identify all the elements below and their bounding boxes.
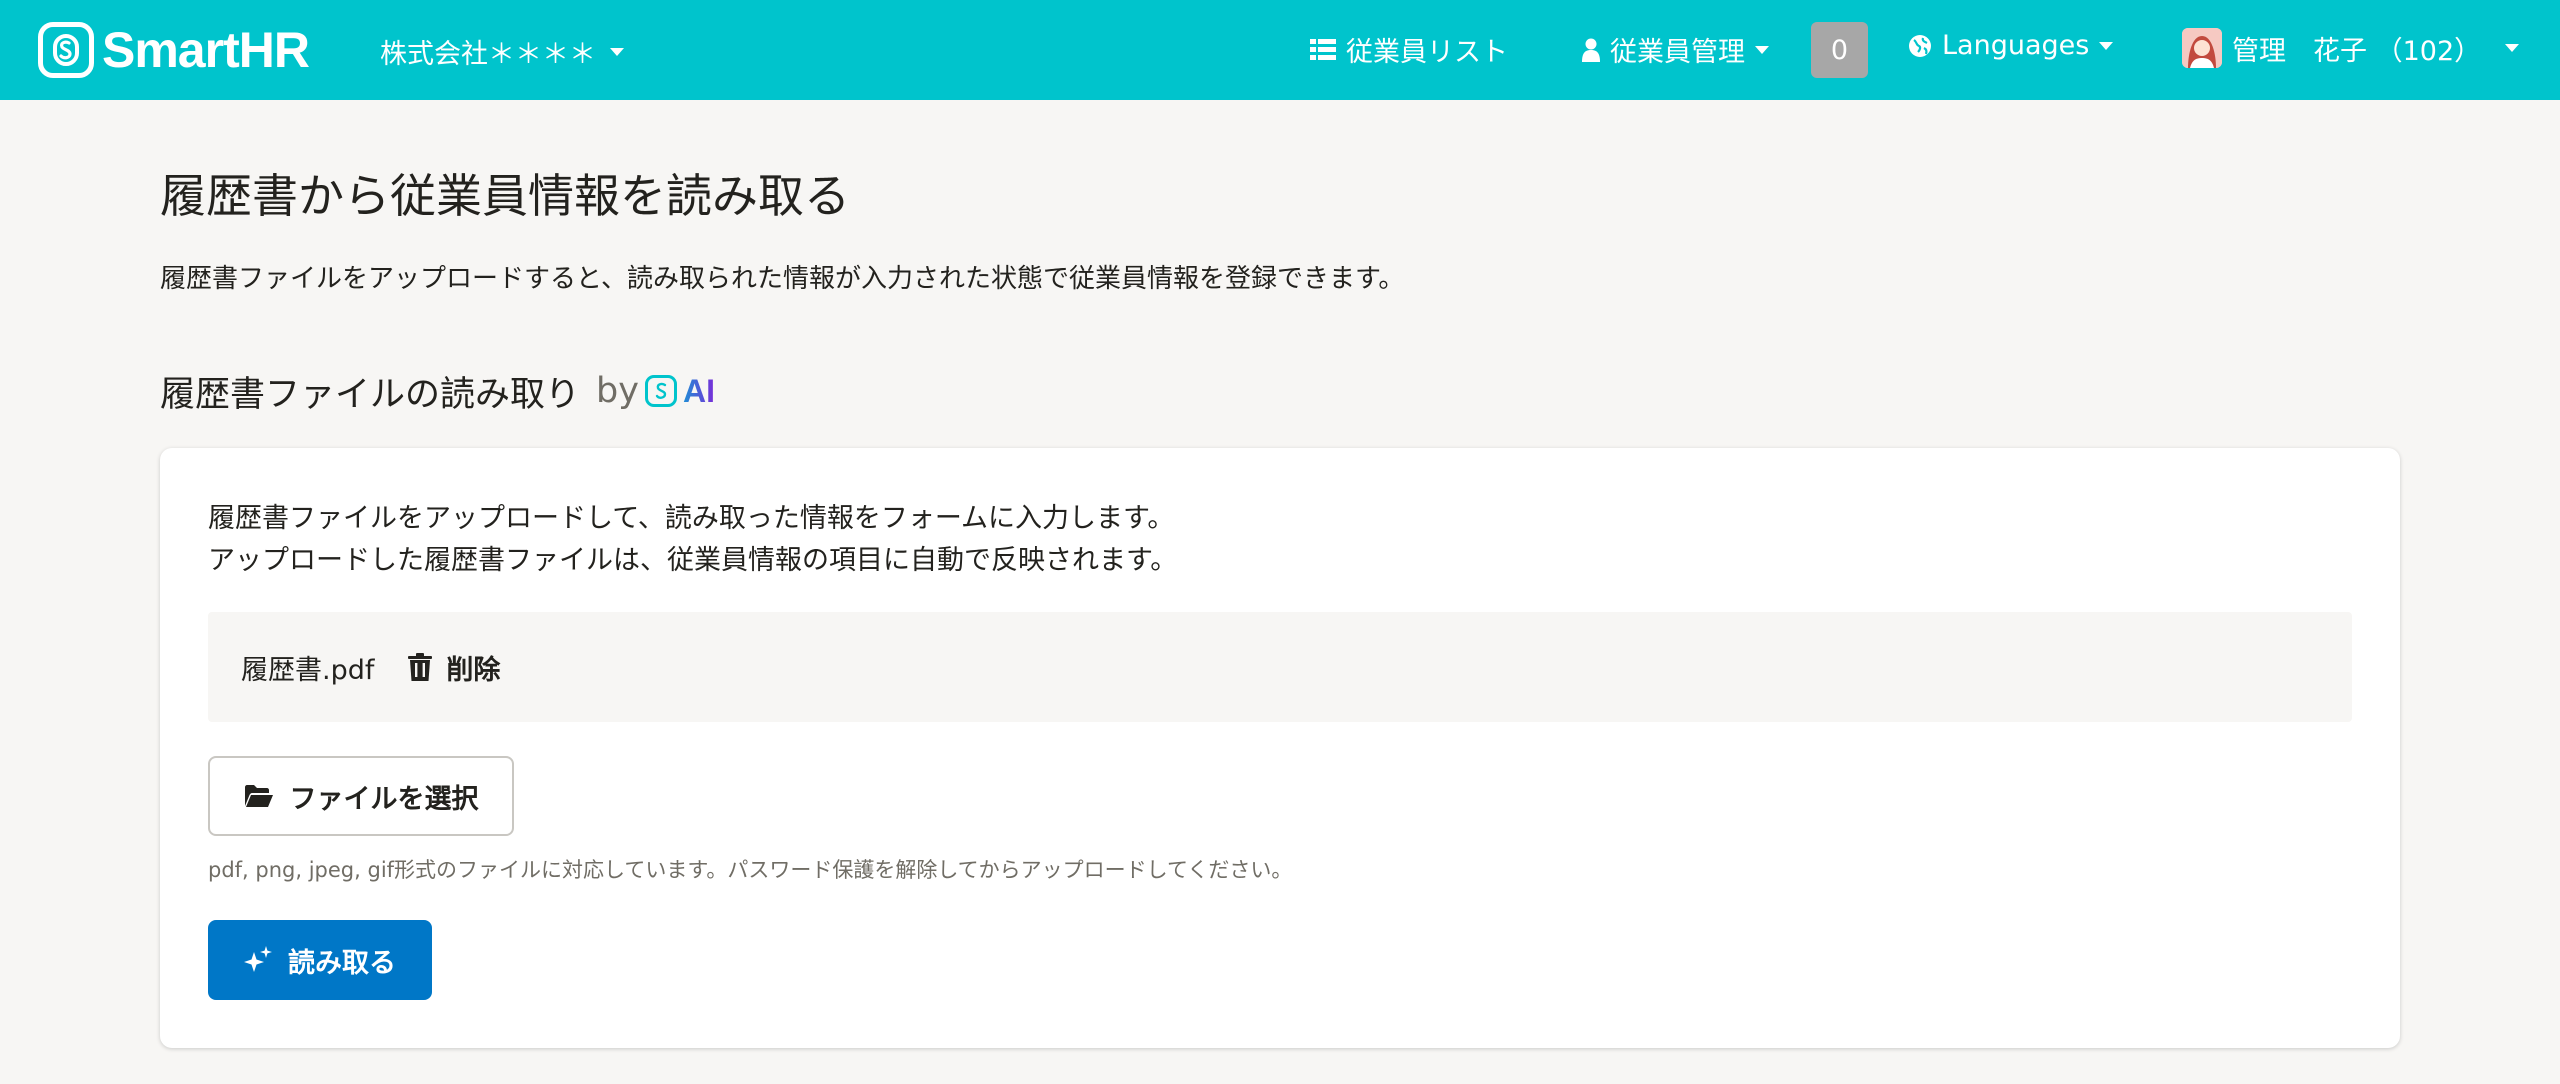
select-file-label: ファイルを選択	[289, 783, 479, 815]
card-description: 履歴書ファイルをアップロードして、読み取った情報をフォームに入力します。 アップ…	[208, 498, 1177, 582]
chevron-down-icon	[610, 47, 624, 56]
resume-upload-card: 履歴書ファイルをアップロードして、読み取った情報をフォームに入力します。 アップ…	[160, 448, 2400, 1048]
by-text: by	[596, 371, 639, 411]
nav-employee-list[interactable]: 従業員リスト	[1310, 30, 1508, 69]
smarthr-logo[interactable]: SmartHR	[38, 22, 310, 78]
section-title: 履歴書ファイルの読み取り	[160, 374, 581, 415]
avatar	[2182, 28, 2222, 68]
nav-employee-management[interactable]: 従業員管理	[1582, 30, 1769, 69]
user-name: 管理 花子 （102）	[2232, 35, 2482, 67]
globe-icon	[1909, 34, 1931, 57]
list-icon	[1310, 38, 1336, 60]
logo-text: SmartHR	[102, 22, 310, 78]
nav-employee-management-label: 従業員管理	[1610, 37, 1745, 68]
delete-label: 削除	[446, 654, 501, 686]
chevron-down-icon	[2099, 41, 2114, 50]
global-header: SmartHR 株式会社＊＊＊＊ 従業員リスト 従業員管理 0 Language…	[0, 0, 2560, 100]
select-file-button[interactable]: ファイルを選択	[208, 756, 514, 836]
file-format-help-text: pdf, png, jpeg, gif形式のファイルに対応しています。パスワード…	[208, 858, 1293, 882]
sparkle-icon	[244, 946, 272, 972]
smarthr-logo-icon	[38, 22, 94, 78]
notification-badge[interactable]: 0	[1811, 22, 1868, 78]
folder-open-icon	[244, 785, 273, 807]
ai-text: AI	[682, 372, 715, 409]
company-switcher[interactable]: 株式会社＊＊＊＊	[380, 32, 624, 71]
nav-employee-list-label: 従業員リスト	[1346, 37, 1508, 68]
chevron-down-icon	[2505, 44, 2520, 52]
languages-menu[interactable]: Languages	[1908, 30, 2114, 61]
user-menu[interactable]: 管理 花子 （102）	[2182, 28, 2520, 68]
chevron-down-icon	[1755, 45, 1769, 54]
card-description-line: 履歴書ファイルをアップロードして、読み取った情報をフォームに入力します。	[208, 503, 1175, 534]
smarthr-logo-icon	[644, 375, 677, 407]
delete-file-button[interactable]: 削除	[408, 648, 500, 687]
page-description: 履歴書ファイルをアップロードすると、読み取られた情報が入力された状態で従業員情報…	[160, 264, 1405, 294]
page-title: 履歴書から従業員情報を読み取る	[160, 169, 850, 223]
read-resume-button[interactable]: 読み取る	[208, 920, 432, 1000]
user-icon	[1582, 38, 1600, 62]
trash-icon	[408, 653, 433, 681]
company-name: 株式会社＊＊＊＊	[380, 39, 596, 70]
by-ai-label: by AI	[596, 371, 715, 411]
read-button-label: 読み取る	[288, 947, 396, 979]
card-description-line: アップロードした履歴書ファイルは、従業員情報の項目に自動で反映されます。	[208, 545, 1178, 576]
file-name: 履歴書.pdf	[241, 654, 375, 686]
section-heading: 履歴書ファイルの読み取り by AI	[160, 365, 715, 417]
languages-label: Languages	[1942, 30, 2090, 61]
uploaded-file-row: 履歴書.pdf 削除	[208, 612, 2352, 722]
